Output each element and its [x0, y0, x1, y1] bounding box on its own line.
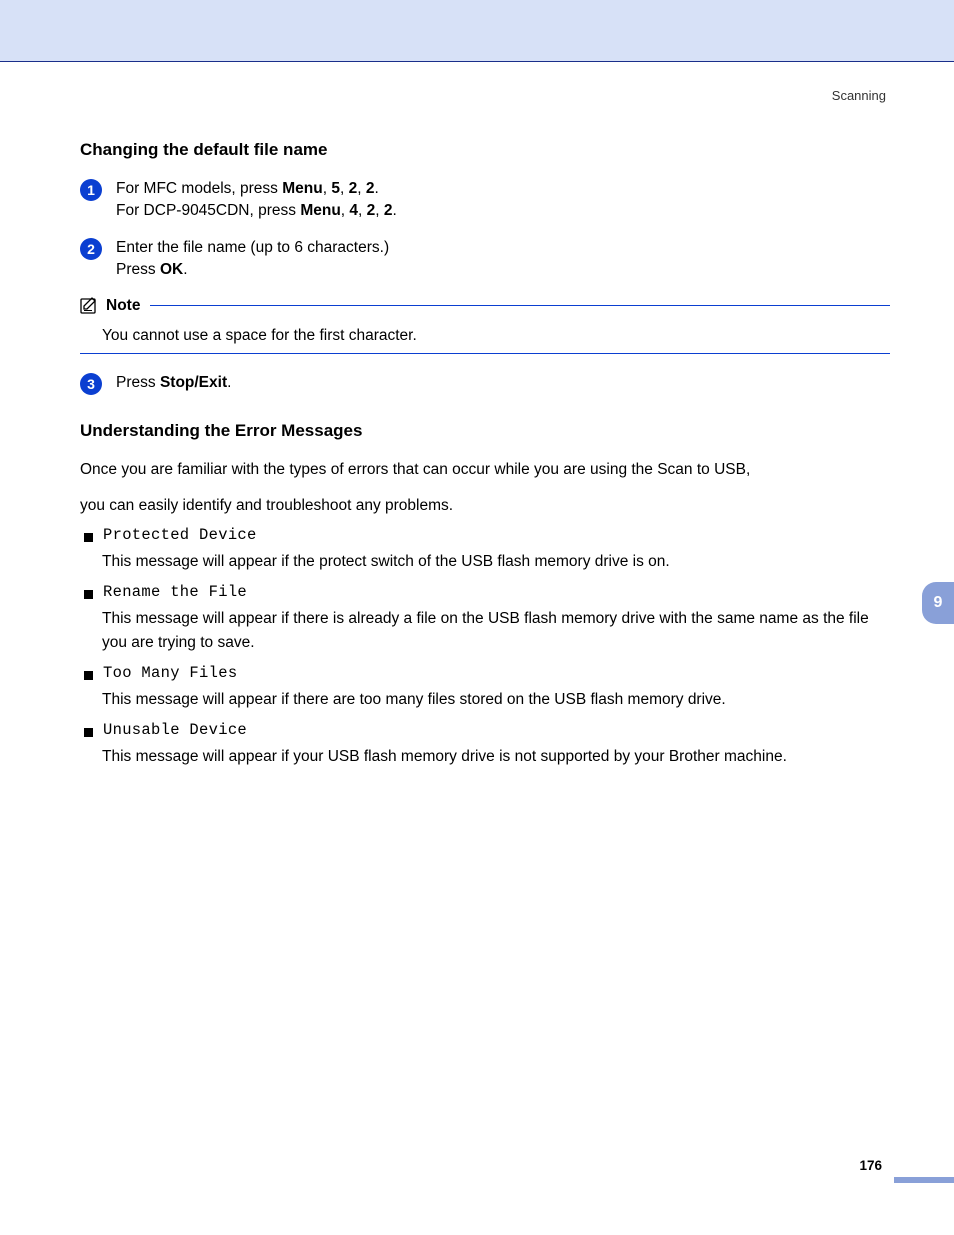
heading-changing-default-filename: Changing the default file name [80, 140, 890, 160]
page-number: 176 [859, 1158, 882, 1173]
square-bullet-icon [84, 728, 93, 737]
error-list: Protected Device This message will appea… [80, 526, 890, 768]
step-2: 2 Enter the file name (up to 6 character… [80, 237, 890, 282]
t: Press [116, 261, 160, 278]
t: For DCP-9045CDN, press [116, 202, 300, 219]
page-root: Scanning Changing the default file name … [0, 0, 954, 1235]
note-rule-top [150, 305, 890, 306]
note-rule-bottom [80, 353, 890, 354]
t: , [357, 180, 366, 197]
heading-error-messages: Understanding the Error Messages [80, 421, 890, 441]
t: . [393, 202, 397, 219]
note-header: Note [80, 296, 890, 316]
t: . [183, 261, 187, 278]
step-badge-1: 1 [80, 179, 102, 201]
error-desc: This message will appear if the protect … [102, 550, 890, 573]
intro-line-1: Once you are familiar with the types of … [80, 455, 890, 484]
square-bullet-icon [84, 533, 93, 542]
error-desc: This message will appear if there is alr… [102, 607, 890, 654]
header-section-label: Scanning [832, 88, 886, 103]
error-item: Rename the File This message will appear… [80, 583, 890, 654]
step-badge-3: 3 [80, 373, 102, 395]
square-bullet-icon [84, 590, 93, 599]
t: . [227, 374, 231, 391]
t: , [375, 202, 384, 219]
note-title: Note [106, 297, 140, 315]
step-badge-2: 2 [80, 238, 102, 260]
error-item: Too Many Files This message will appear … [80, 664, 890, 711]
note-block: Note You cannot use a space for the firs… [80, 296, 890, 354]
t: , [340, 180, 349, 197]
kw-ok: OK [160, 261, 183, 278]
note-body: You cannot use a space for the first cha… [102, 324, 890, 347]
error-item: Unusable Device This message will appear… [80, 721, 890, 768]
square-bullet-icon [84, 671, 93, 680]
step-1: 1 For MFC models, press Menu, 5, 2, 2. F… [80, 178, 890, 223]
error-name: Protected Device [103, 526, 257, 544]
kw-4: 4 [349, 202, 358, 219]
intro-line-2: you can easily identify and troubleshoot… [80, 491, 890, 520]
error-desc: This message will appear if there are to… [102, 688, 890, 711]
kw-2: 2 [349, 180, 358, 197]
error-desc: This message will appear if your USB fla… [102, 745, 890, 768]
step-3: 3 Press Stop/Exit. [80, 372, 890, 395]
error-name: Rename the File [103, 583, 247, 601]
kw-menu: Menu [300, 202, 340, 219]
t: Enter the file name (up to 6 characters.… [116, 237, 890, 259]
error-item: Protected Device This message will appea… [80, 526, 890, 573]
t: . [374, 180, 378, 197]
top-banner [0, 0, 954, 62]
step-1-text: For MFC models, press Menu, 5, 2, 2. For… [116, 178, 890, 223]
kw-menu: Menu [282, 180, 322, 197]
footer-accent-bar [894, 1177, 954, 1183]
t: Press [116, 374, 160, 391]
pencil-note-icon [80, 296, 100, 316]
kw-2: 2 [367, 202, 376, 219]
t: , [358, 202, 367, 219]
error-name: Too Many Files [103, 664, 237, 682]
step-2-text: Enter the file name (up to 6 characters.… [116, 237, 890, 282]
content-area: Changing the default file name 1 For MFC… [80, 140, 890, 778]
chapter-side-tab: 9 [922, 582, 954, 624]
kw-2: 2 [384, 202, 393, 219]
kw-5: 5 [331, 180, 340, 197]
kw-stop-exit: Stop/Exit [160, 374, 227, 391]
step-3-text: Press Stop/Exit. [116, 372, 890, 394]
error-name: Unusable Device [103, 721, 247, 739]
t: For MFC models, press [116, 180, 282, 197]
